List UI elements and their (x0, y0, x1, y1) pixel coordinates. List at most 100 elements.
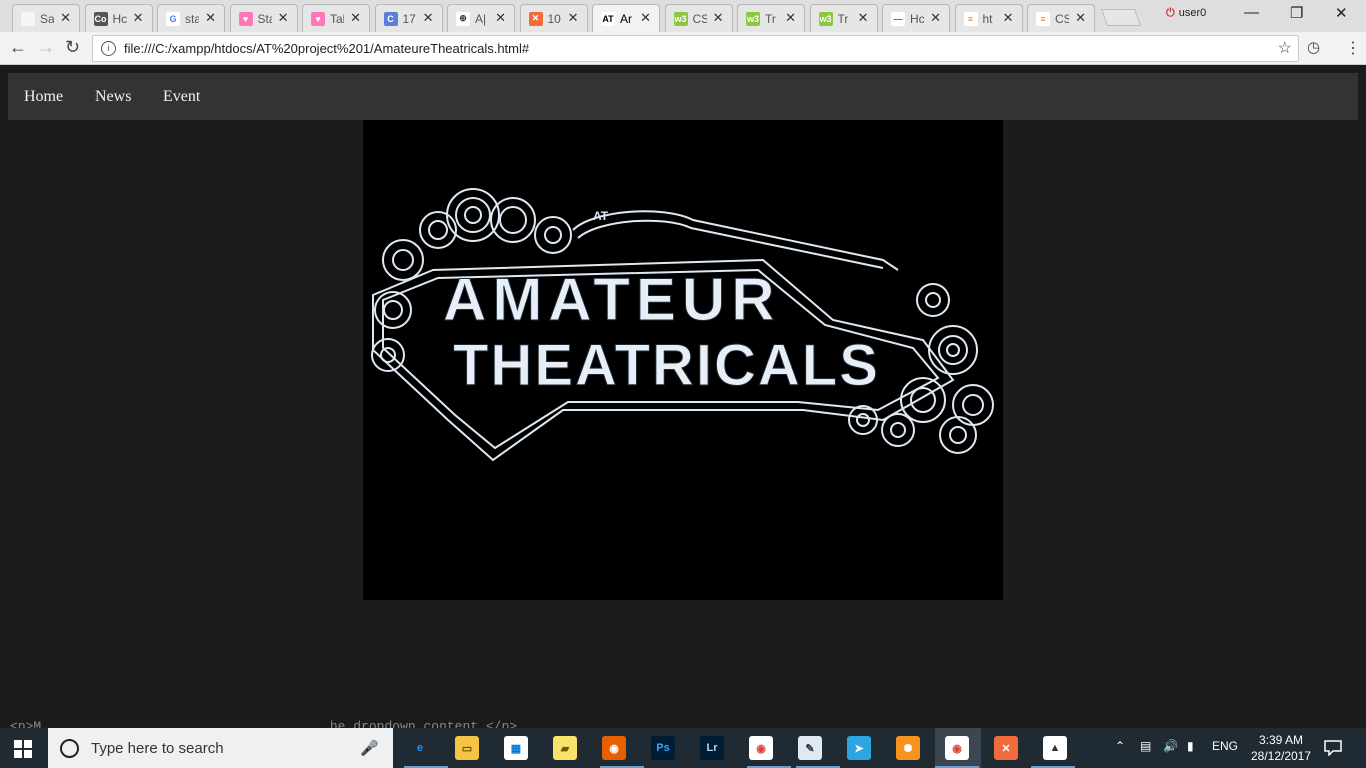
tab-title: Hc (910, 11, 924, 26)
close-tab-icon[interactable]: ✕ (133, 10, 144, 26)
browser-tab[interactable]: ≡ CS ✕ (1027, 4, 1095, 32)
sticky-notes-icon[interactable]: ▰ (553, 736, 577, 760)
menu-icon[interactable]: ⋮ (1345, 38, 1361, 58)
language-indicator[interactable]: ENG (1212, 739, 1238, 753)
page-icon (21, 11, 35, 26)
browser-tab[interactable]: w3 CS ✕ (664, 4, 733, 32)
chrome-icon[interactable]: ◉ (945, 736, 969, 760)
stackoverflow-icon: ≡ (963, 11, 978, 26)
close-tab-icon[interactable]: ✕ (205, 10, 216, 26)
profile-icon: ⏻ (1166, 7, 1175, 19)
close-tab-icon[interactable]: ✕ (785, 10, 796, 26)
close-window-button[interactable]: ✕ (1335, 4, 1348, 22)
tray-chevron-icon[interactable]: ⌃ (1115, 739, 1125, 753)
browser-tab[interactable]: C 17 ✕ (374, 4, 443, 32)
xampp-icon[interactable]: ✕ (994, 736, 1018, 760)
browser-tab[interactable]: Gsta ✕ (157, 4, 225, 32)
close-tab-icon[interactable]: ✕ (60, 10, 71, 26)
bookmark-star-icon[interactable]: ☆ (1278, 38, 1292, 58)
taskbar-clock[interactable]: 3:39 AM 28/12/2017 (1246, 732, 1316, 764)
browser-tab[interactable]: AT Ar ✕ (592, 4, 660, 32)
close-tab-icon[interactable]: ✕ (640, 10, 651, 26)
globe-icon: ⊕ (456, 11, 470, 26)
browser-tab[interactable]: — Hc ✕ (882, 4, 950, 32)
uc-browser-icon[interactable]: ✺ (896, 736, 920, 760)
store-icon[interactable]: ▦ (504, 736, 528, 760)
tab-title: Tal (330, 11, 344, 26)
file-explorer-icon[interactable]: ▭ (455, 736, 479, 760)
google-icon: G (166, 11, 180, 26)
restore-button[interactable]: ❐ (1290, 4, 1303, 22)
tab-title: sta (185, 11, 199, 26)
lightroom-icon[interactable]: Lr (700, 736, 724, 760)
search-placeholder: Type here to search (91, 739, 224, 757)
browser-tab[interactable]: w3 Tr ✕ (737, 4, 805, 32)
browser-tab[interactable]: ♥ Tal ✕ (302, 4, 370, 32)
close-tab-icon[interactable]: ✕ (1003, 10, 1014, 26)
close-tab-icon[interactable]: ✕ (568, 10, 579, 26)
tab-title: Tr (765, 11, 776, 26)
tab-title: ht (982, 11, 993, 26)
clock-time: 3:39 AM (1258, 733, 1304, 747)
address-bar[interactable]: i file:///C:/xampp/htdocs/AT%20project%2… (92, 35, 1299, 62)
w3schools-icon: w3 (673, 11, 688, 26)
browser-tab[interactable]: ≡ ht ✕ (954, 4, 1023, 32)
amateur-theatricals-logo-image: AT AMATEUR THEATRICALS (363, 120, 1003, 600)
close-tab-icon[interactable]: ✕ (1075, 10, 1086, 26)
photos-icon[interactable]: ▲ (1043, 736, 1067, 760)
close-tab-icon[interactable]: ✕ (495, 10, 506, 26)
notification-icon[interactable] (1324, 740, 1342, 756)
network-icon[interactable]: ▤ (1140, 739, 1151, 753)
tab-title: 17 (402, 11, 416, 26)
logo-artwork: AT AMATEUR THEATRICALS (371, 188, 994, 462)
browser-tab[interactable]: ⊕ A| ✕ (447, 4, 515, 32)
logo-badge: AT (593, 209, 609, 223)
browser-tab[interactable]: ♥ Sta ✕ (229, 4, 298, 32)
extension-icon[interactable]: ◷ (1307, 38, 1320, 56)
address-text: file:///C:/xampp/htdocs/AT%20project%201… (124, 41, 530, 56)
chrome-icon[interactable]: ◉ (749, 736, 773, 760)
tab-title: Sa (40, 11, 54, 26)
reload-icon[interactable]: ↻ (65, 37, 80, 58)
firefox-icon[interactable]: ◉ (602, 736, 626, 760)
logo-line2: THEATRICALS (453, 333, 880, 398)
back-icon[interactable]: ← (9, 37, 27, 58)
browser-tab[interactable]: Sa ✕ (12, 4, 80, 32)
browser-tab[interactable]: w3 Tr ✕ (809, 4, 878, 32)
browser-tab[interactable]: Co Hc ✕ (84, 4, 153, 32)
windows-start-icon[interactable] (14, 740, 32, 758)
edge-icon[interactable]: e (408, 736, 432, 760)
close-tab-icon[interactable]: ✕ (858, 10, 869, 26)
close-tab-icon[interactable]: ✕ (930, 10, 941, 26)
site-navbar: Home News Event (8, 73, 1358, 120)
new-tab-button[interactable] (1100, 9, 1142, 26)
profile-button[interactable]: ⏻ user0 (1166, 7, 1206, 20)
close-tab-icon[interactable]: ✕ (278, 10, 289, 26)
cortana-icon[interactable] (60, 738, 79, 758)
close-tab-icon[interactable]: ✕ (423, 10, 434, 26)
microphone-icon[interactable]: 🎤 (360, 739, 379, 757)
battery-icon[interactable]: ▮ (1187, 739, 1194, 753)
w3schools-icon: w3 (818, 11, 833, 26)
telegram-icon[interactable]: ➤ (847, 736, 871, 760)
tab-title: A| (475, 11, 487, 26)
notepad-icon[interactable]: ✎ (798, 736, 822, 760)
forward-icon[interactable]: → (37, 37, 55, 58)
tab-title: CS (692, 11, 707, 26)
tab-title: Tr (837, 11, 849, 26)
nav-home-link[interactable]: Home (24, 88, 63, 106)
info-icon[interactable]: i (101, 41, 116, 56)
minimize-button[interactable]: — (1244, 4, 1259, 21)
at-logo-icon: AT (601, 11, 615, 26)
taskbar-search-box[interactable]: Type here to search 🎤 (48, 728, 393, 768)
profile-name: user0 (1178, 7, 1207, 19)
tab-title: Sta (257, 11, 272, 26)
close-tab-icon[interactable]: ✕ (350, 10, 361, 26)
browser-toolbar: ← → ↻ i file:///C:/xampp/htdocs/AT%20pro… (0, 32, 1366, 65)
volume-icon[interactable]: 🔊 (1163, 739, 1178, 753)
photoshop-icon[interactable]: Ps (651, 736, 675, 760)
browser-tab[interactable]: ✕ 10 ✕ (519, 4, 588, 32)
nav-event-link[interactable]: Event (163, 88, 200, 106)
close-tab-icon[interactable]: ✕ (713, 10, 724, 26)
nav-news-link[interactable]: News (95, 88, 131, 106)
